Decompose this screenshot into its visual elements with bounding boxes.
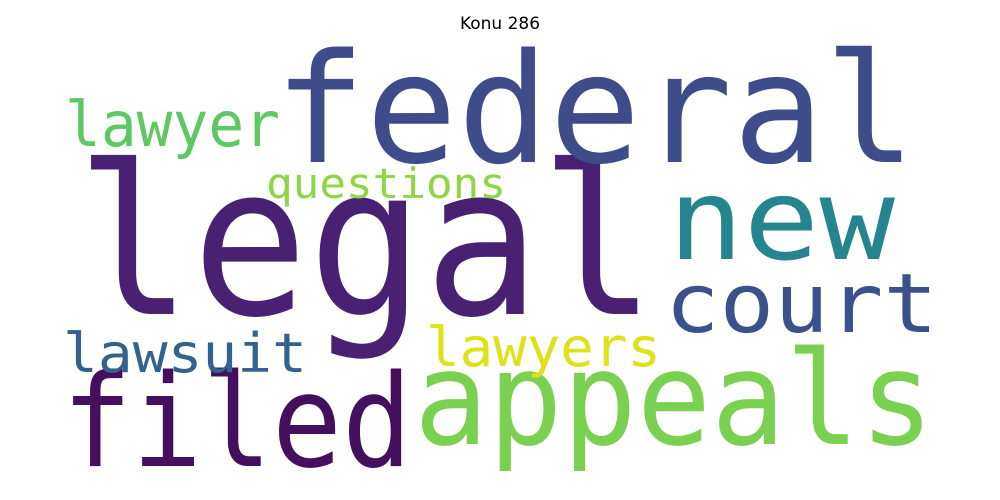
- page-title: Konu 286: [459, 14, 541, 34]
- word-questions: questions: [266, 159, 506, 208]
- word-lawsuit: lawsuit: [63, 322, 307, 385]
- word-cloud: legal federal new appeals filed court la…: [62, 45, 938, 483]
- word-court: court: [665, 257, 938, 352]
- word-lawyers: lawyers: [426, 316, 661, 379]
- word-lawyer: lawyer: [65, 88, 280, 161]
- word-cloud-canvas: legal federal new appeals filed court la…: [62, 45, 938, 483]
